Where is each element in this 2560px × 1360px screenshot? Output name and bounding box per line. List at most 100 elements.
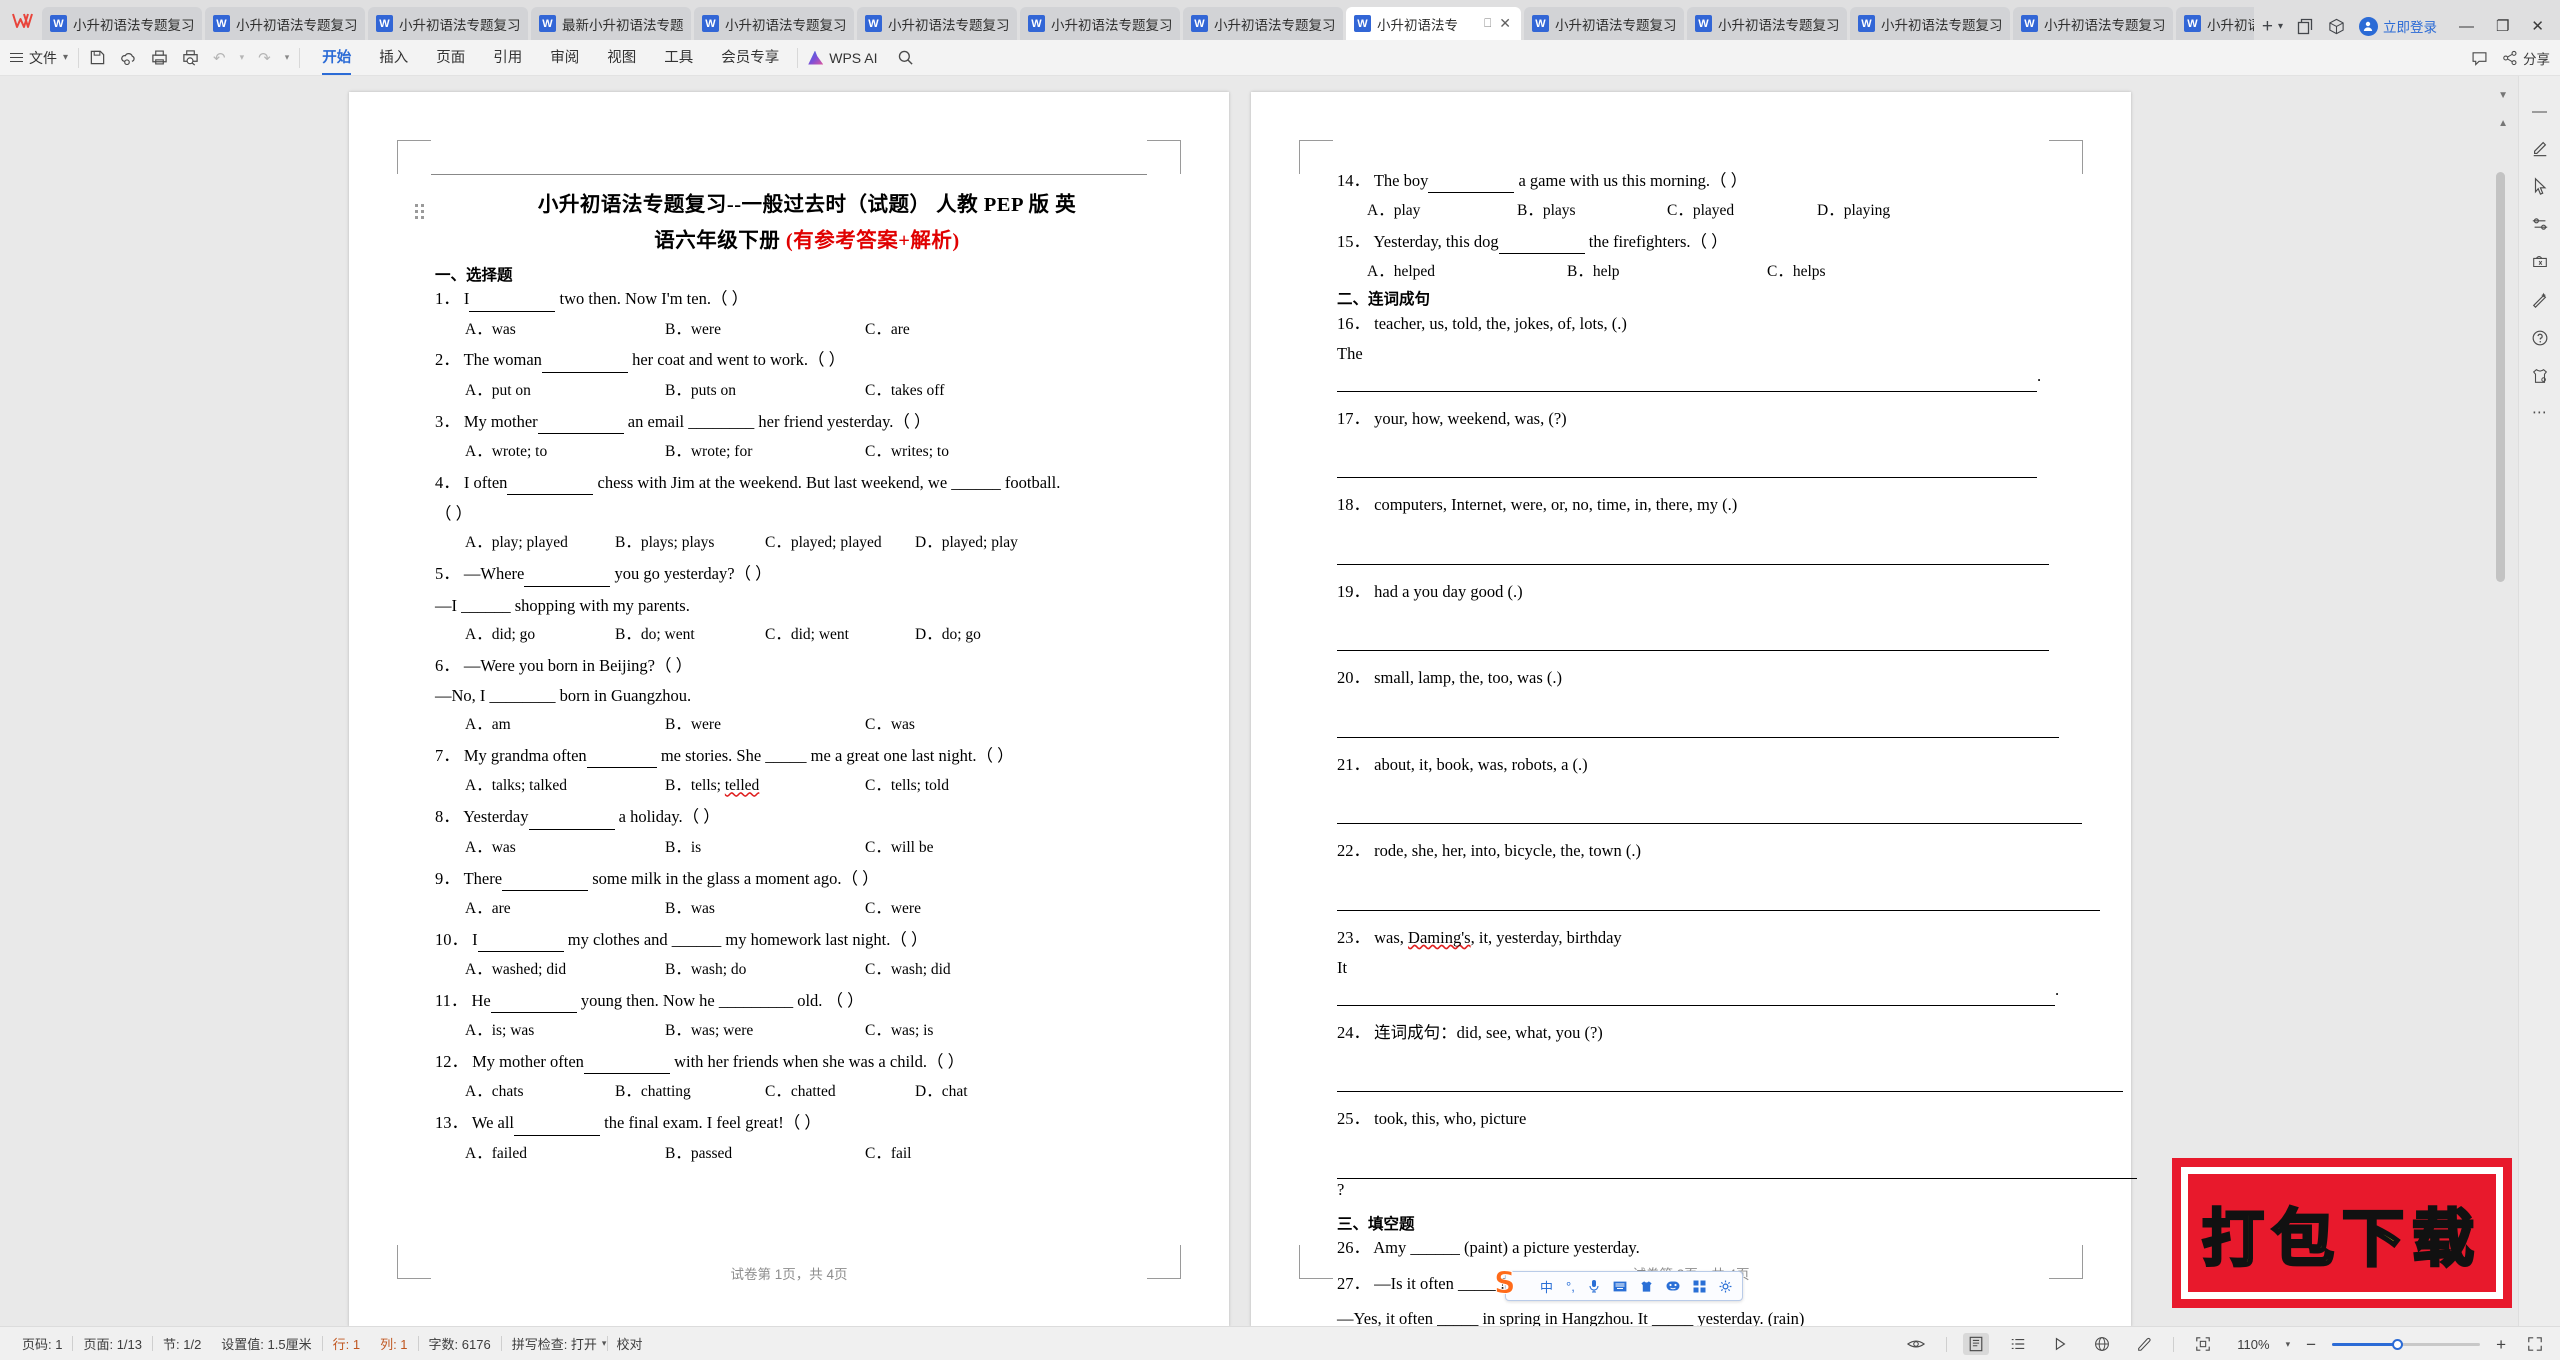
vertical-scrollbar-thumb[interactable]: [2496, 172, 2505, 582]
redo-icon[interactable]: ↷: [258, 49, 271, 67]
answer-line-row[interactable]: ?: [1337, 1152, 2137, 1201]
document-tab[interactable]: W 小升初语法专题复习: [1524, 7, 1684, 40]
keyboard-icon[interactable]: [1613, 1281, 1627, 1292]
option[interactable]: B．was: [665, 899, 865, 920]
option[interactable]: A．play: [1367, 201, 1517, 222]
answer-blank[interactable]: [490, 990, 577, 1014]
focus-mode-icon[interactable]: [2190, 1333, 2216, 1355]
answer-blank[interactable]: [586, 745, 657, 769]
more-icon[interactable]: ⋯: [2532, 405, 2547, 420]
tab-screen-icon[interactable]: ⎕: [1484, 16, 1491, 31]
document-tab[interactable]: W 小升初语法专题复习: [1020, 7, 1180, 40]
option[interactable]: B．tells; telled: [665, 776, 865, 797]
document-tab[interactable]: W 小升初语法专题复习: [1687, 7, 1847, 40]
status-item[interactable]: 校对: [606, 1334, 652, 1353]
option[interactable]: C．fail: [865, 1144, 1065, 1165]
answer-line-row[interactable]: [1337, 625, 2061, 652]
status-item[interactable]: 列: 1: [370, 1334, 417, 1353]
help-icon[interactable]: [2531, 329, 2549, 347]
option[interactable]: B．was; were: [665, 1021, 865, 1042]
option[interactable]: A．put on: [465, 381, 665, 402]
option[interactable]: A．am: [465, 715, 665, 736]
answer-blank[interactable]: [514, 1112, 601, 1136]
document-tab[interactable]: W 小升初语法专题复习: [42, 7, 202, 40]
answer-blank[interactable]: [541, 349, 628, 373]
document-tab[interactable]: W 小升初语法专题复习: [694, 7, 854, 40]
option[interactable]: C．did; went: [765, 625, 915, 646]
status-item[interactable]: 页面: 1/13: [73, 1334, 152, 1353]
page-1-body[interactable]: 小升初语法专题复习--一般过去时（试题） 人教 PEP 版 英 语六年级下册 (…: [415, 188, 1159, 1257]
option[interactable]: C．writes; to: [865, 442, 1065, 463]
zoom-out-button[interactable]: −: [2306, 1336, 2316, 1353]
option[interactable]: A．failed: [465, 1144, 665, 1165]
option[interactable]: C．helps: [1767, 262, 1967, 283]
sliders-icon[interactable]: [2531, 215, 2549, 233]
option[interactable]: A．did; go: [465, 625, 615, 646]
option[interactable]: C．was; is: [865, 1021, 1065, 1042]
answer-blank[interactable]: [524, 563, 611, 587]
answer-blank[interactable]: [528, 806, 615, 830]
undo-chevron-icon[interactable]: ▾: [240, 52, 245, 63]
answer-blank[interactable]: [469, 288, 556, 312]
fullscreen-icon[interactable]: [2522, 1333, 2548, 1355]
option[interactable]: B．is: [665, 838, 865, 859]
zoom-slider-knob[interactable]: [2392, 1338, 2404, 1350]
page-2-body[interactable]: 14． The boy a game with us this morning.…: [1337, 170, 2137, 1326]
option[interactable]: C．takes off: [865, 381, 1065, 402]
zoom-chevron-icon[interactable]: ▾: [2286, 1339, 2291, 1350]
answer-line-row[interactable]: [1337, 1066, 2123, 1093]
wps-ai-button[interactable]: WPS AI: [808, 50, 877, 66]
document-tab[interactable]: W 小升初语法专题复习: [368, 7, 528, 40]
apps-icon[interactable]: [1693, 1280, 1706, 1293]
answer-line-row[interactable]: [1337, 452, 2061, 479]
answer-line[interactable]: [1337, 801, 2082, 825]
option[interactable]: A．talks; talked: [465, 776, 665, 797]
undo-icon[interactable]: ↶: [213, 49, 226, 67]
ribbon-tab-页面[interactable]: 页面: [436, 46, 465, 69]
option[interactable]: A．washed; did: [465, 960, 665, 981]
print-icon[interactable]: [151, 49, 168, 66]
option[interactable]: D．playing: [1817, 201, 1967, 222]
ribbon-tab-视图[interactable]: 视图: [607, 46, 636, 69]
ime-punctuation-icon[interactable]: °,: [1566, 1279, 1575, 1294]
document-tab[interactable]: W 小升初语法专题复习: [857, 7, 1017, 40]
status-item[interactable]: 节: 1/2: [153, 1334, 211, 1353]
option[interactable]: A．wrote; to: [465, 442, 665, 463]
option[interactable]: C．wash; did: [865, 960, 1065, 981]
option[interactable]: C．are: [865, 320, 1065, 341]
option[interactable]: A．play; played: [465, 533, 615, 554]
close-button[interactable]: ✕: [2531, 17, 2544, 35]
option[interactable]: B．plays: [1517, 201, 1667, 222]
option[interactable]: C．will be: [865, 838, 1065, 859]
play-icon[interactable]: [2047, 1333, 2073, 1355]
answer-line[interactable]: [1337, 982, 2055, 1006]
collapse-icon[interactable]: —: [2532, 104, 2547, 119]
answer-line-row[interactable]: [1337, 538, 2061, 565]
mic-icon[interactable]: [1588, 1279, 1600, 1293]
option[interactable]: B．plays; plays: [615, 533, 765, 554]
search-icon[interactable]: [897, 49, 914, 66]
ribbon-tab-插入[interactable]: 插入: [379, 46, 408, 69]
option[interactable]: B．do; went: [615, 625, 765, 646]
answer-blank[interactable]: [502, 868, 589, 891]
minimize-button[interactable]: —: [2459, 18, 2474, 35]
answer-blank[interactable]: [537, 411, 624, 434]
option[interactable]: A．was: [465, 320, 665, 341]
status-item[interactable]: 拼写检查: 打开: [502, 1334, 607, 1353]
option[interactable]: C．played; played: [765, 533, 915, 554]
tab-list-icon[interactable]: [2297, 18, 2314, 35]
print-preview-icon[interactable]: [182, 49, 199, 66]
zoom-slider[interactable]: [2332, 1338, 2481, 1350]
option[interactable]: A．was: [465, 838, 665, 859]
status-item[interactable]: 设置值: 1.5厘米: [211, 1334, 321, 1353]
emoji-icon[interactable]: [1666, 1280, 1680, 1292]
answer-line[interactable]: [1337, 368, 2037, 392]
paragraph-drag-handle[interactable]: [415, 204, 424, 219]
zoom-level[interactable]: 110%: [2232, 1337, 2269, 1352]
page-up-icon[interactable]: ▲: [2498, 118, 2508, 129]
answer-line[interactable]: [1337, 628, 2049, 652]
option[interactable]: C．chatted: [765, 1082, 915, 1103]
ribbon-tab-引用[interactable]: 引用: [493, 46, 522, 69]
vertical-scrollbar[interactable]: [2496, 172, 2505, 1318]
document-tab[interactable]: W 小升初语法专 ⎕ ✕: [1346, 7, 1521, 40]
